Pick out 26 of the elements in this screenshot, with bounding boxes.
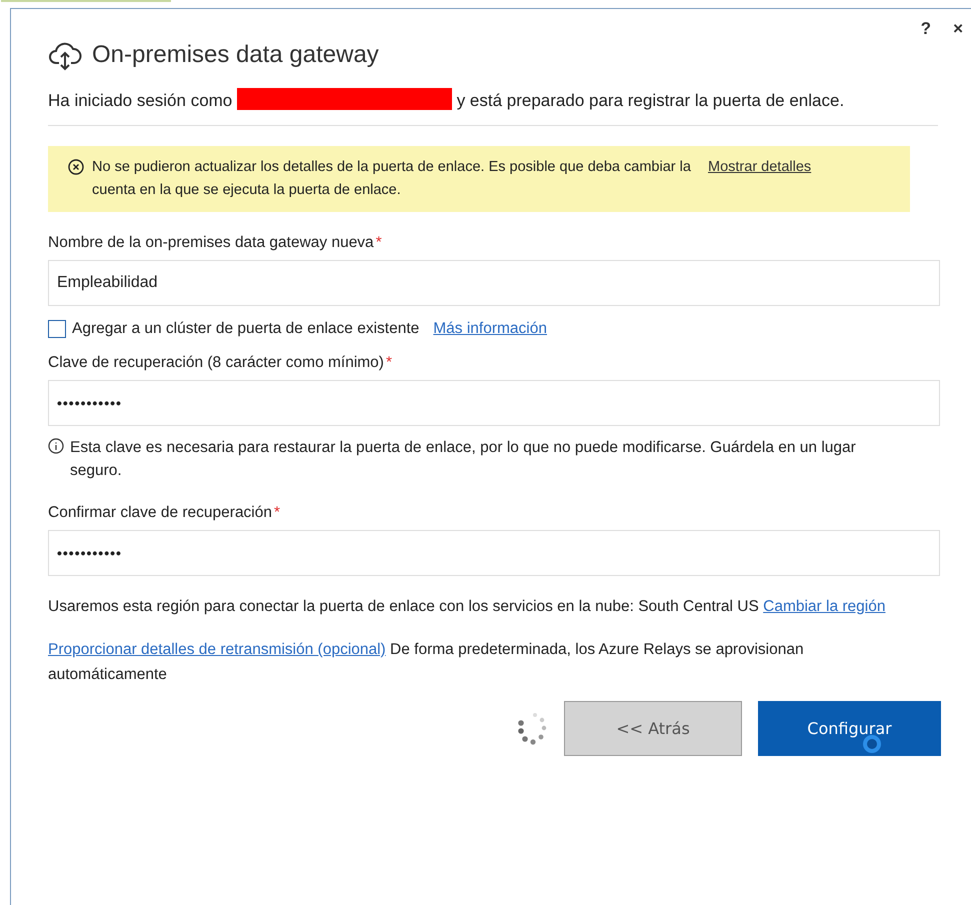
relay-details-link[interactable]: Proporcionar detalles de retransmisión (opcional) (48, 641, 386, 658)
relay-text: Proporcionar detalles de retransmisión (opcional) De forma predeterminada, los Azure Relays se aprovisionan automáticamente (48, 640, 805, 685)
info-note: Esta clave es necesaria para restaurar la puerta de enlace, por lo que no puede modificarse. Guárdela en un lugar seguro. (70, 438, 857, 481)
region-text: Usaremos esta región para conectar la puerta de enlace con los servicios en la nube: South Central US Cambiar la región (48, 597, 886, 617)
configure-button[interactable]: Configurar (758, 701, 941, 756)
input-field[interactable]: ••••••••••• (48, 380, 940, 426)
show-details-link[interactable]: Mostrar detalles (708, 156, 812, 179)
warning-text: No se pudieron actualizar los detalles de la puerta de enlace. Es posible que deba cambiar la cuenta en la que se ejecuta la puerta de enlace. (92, 158, 692, 200)
input-field[interactable]: ••••••••••• (48, 530, 940, 576)
input-field[interactable]: Empleabilidad (48, 260, 940, 306)
error-icon (68, 159, 84, 175)
more-info-link[interactable]: Más información (433, 320, 547, 338)
field-label: Nombre de la on-premises data gateway nueva (48, 234, 374, 251)
window-title: On-premises data gateway (92, 41, 379, 69)
close-button[interactable]: × (949, 19, 967, 39)
help-button[interactable]: ? (916, 19, 936, 39)
change-region-link[interactable]: Cambiar la región (763, 598, 886, 615)
info-icon (48, 438, 64, 454)
signin-message: Ha iniciado sesión como y está preparado para registrar la puerta de enlace. (48, 87, 868, 115)
field-label: Clave de recuperación (8 carácter como mínimo) (48, 354, 384, 371)
field-label: Confirmar clave de recuperación (48, 504, 272, 521)
required-mark: * (376, 234, 382, 251)
checkbox-label: Agregar a un clúster de puerta de enlace existente (72, 320, 420, 338)
cluster-checkbox[interactable] (48, 320, 66, 338)
required-mark: * (386, 354, 392, 371)
required-mark: * (274, 504, 280, 521)
